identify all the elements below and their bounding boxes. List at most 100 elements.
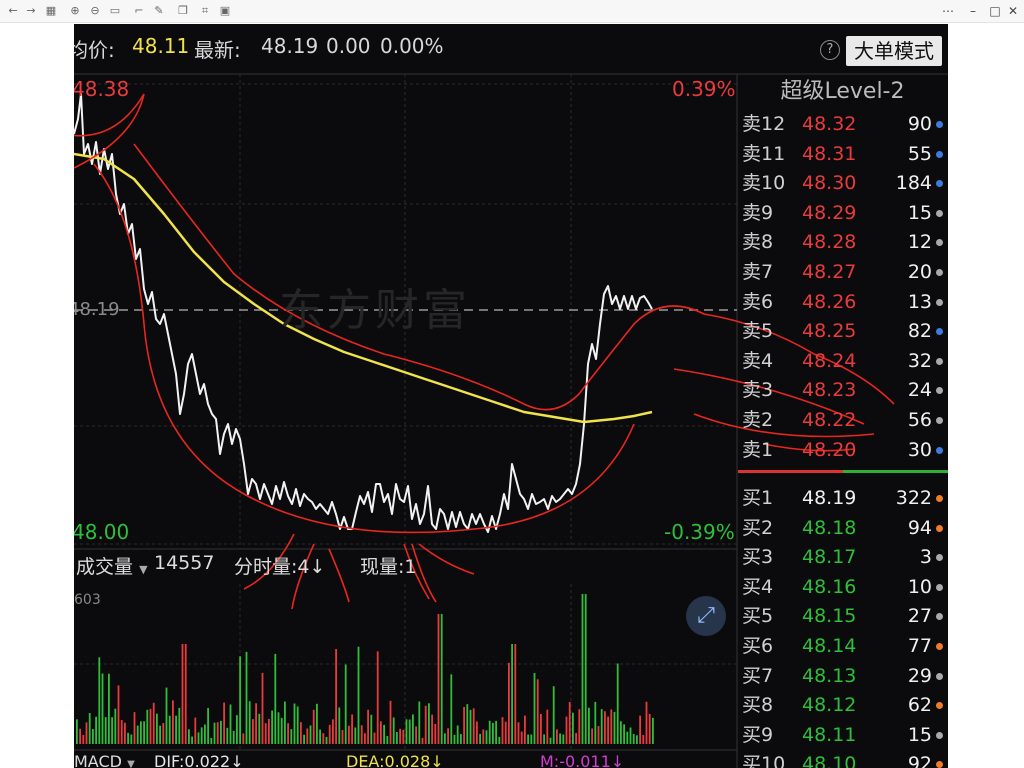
avg-price-label: 均价:: [74, 38, 115, 62]
order-flag-dot: [936, 269, 943, 276]
ask-level-3[interactable]: 卖10 48.30 184: [738, 169, 948, 198]
volume-bar: [392, 717, 395, 744]
volume-selector[interactable]: 成交量 ▼: [76, 552, 148, 579]
volume-bar: [309, 725, 312, 744]
volume-bar: [568, 701, 571, 744]
volume-bar: [162, 723, 165, 744]
bid-level-price: 48.14: [802, 635, 857, 657]
volume-bar: [82, 735, 85, 744]
volume-bar: [258, 713, 261, 744]
volume-bar: [306, 728, 309, 744]
ref-price-label: 48.19: [74, 299, 120, 320]
grid-icon[interactable]: ▦: [43, 3, 59, 19]
volume-bar: [562, 734, 565, 744]
ask-level-price: 48.20: [802, 438, 857, 461]
ask-level-6[interactable]: 卖7 48.27 20: [738, 258, 948, 287]
volume-bar: [207, 707, 209, 744]
fit-icon[interactable]: ▭: [107, 3, 123, 19]
ask-level-10[interactable]: 卖3 48.23 24: [738, 376, 948, 405]
volume-bar: [556, 729, 558, 744]
bid-level-price: 48.15: [802, 605, 857, 628]
ask-level-2[interactable]: 卖11 48.31 55: [738, 140, 948, 169]
volume-bar: [220, 720, 222, 744]
volume-bar: [252, 719, 254, 744]
big-order-mode-button[interactable]: 大单模式: [846, 36, 942, 66]
ask-level-5[interactable]: 卖8 48.28 12: [738, 228, 948, 257]
zoom-in-icon[interactable]: ⊕: [67, 3, 83, 19]
ask-level-volume: 15: [907, 201, 932, 224]
menu-icon[interactable]: ⋯: [938, 2, 958, 20]
minimize-icon[interactable]: –: [963, 2, 983, 20]
bid-level-volume: 3: [919, 546, 932, 569]
ask-level-price: 48.28: [802, 231, 857, 254]
bid-level-8[interactable]: 买8 48.12 62: [738, 691, 948, 720]
back-icon[interactable]: ←: [5, 3, 21, 19]
volume-bar: [181, 644, 184, 744]
volume-bar: [92, 729, 94, 744]
freehand-annotation: [93, 163, 635, 534]
volume-bar: [485, 730, 488, 744]
volume-bar: [274, 653, 277, 744]
bid-level-volume: 92: [907, 753, 932, 768]
ask-level-8[interactable]: 卖5 48.25 82: [738, 317, 948, 346]
volume-bar: [117, 685, 120, 744]
scan-icon[interactable]: ⌗: [197, 3, 213, 19]
forward-icon[interactable]: →: [23, 3, 39, 19]
help-icon[interactable]: ?: [820, 40, 840, 60]
ask-level-4[interactable]: 卖9 48.29 15: [738, 199, 948, 228]
ask-level-12[interactable]: 卖1 48.20 30: [738, 436, 948, 465]
volume-bar: [133, 712, 136, 744]
bid-level-5[interactable]: 买5 48.15 27: [738, 602, 948, 631]
volume-bar: [367, 709, 369, 744]
copy-icon[interactable]: ❐: [175, 3, 191, 19]
volume-bar: [581, 594, 584, 744]
bid-level-6[interactable]: 买6 48.14 77: [738, 632, 948, 661]
bid-level-1[interactable]: 买1 48.19 322: [738, 484, 948, 513]
bid-level-7[interactable]: 买7 48.13 29: [738, 662, 948, 691]
volume-bar: [575, 733, 577, 744]
bid-level-10[interactable]: 买10 48.10 92: [738, 750, 948, 768]
order-flag-dot: [936, 239, 943, 247]
freehand-annotation: [328, 548, 350, 603]
volume-bar: [530, 734, 533, 744]
volume-bar: [652, 717, 654, 744]
ask-level-9[interactable]: 卖4 48.24 32: [738, 347, 948, 376]
close-icon[interactable]: ✕: [1003, 2, 1023, 20]
bid-level-4[interactable]: 买4 48.16 10: [738, 573, 948, 602]
order-flag-dot: [936, 495, 943, 502]
crop-icon[interactable]: ⌐: [131, 3, 147, 19]
ask-level-1[interactable]: 卖12 48.32 90: [738, 110, 948, 139]
volume-bar: [200, 727, 203, 744]
bid-level-label: 买6: [742, 635, 774, 657]
volume-bar: [533, 672, 536, 744]
edit-icon[interactable]: ✎: [151, 3, 167, 19]
watermark: 东方财富: [279, 285, 471, 336]
volume-bar: [440, 614, 443, 744]
zoom-out-icon[interactable]: ⊖: [87, 3, 103, 19]
bid-level-9[interactable]: 买9 48.11 15: [738, 721, 948, 750]
volume-bar: [424, 705, 427, 744]
volume-bar: [444, 733, 446, 744]
bid-level-3[interactable]: 买3 48.17 3: [738, 543, 948, 572]
volume-bar: [508, 662, 510, 744]
bid-level-2[interactable]: 买2 48.18 94: [738, 514, 948, 543]
volume-bar: [642, 735, 645, 744]
bid-level-price: 48.16: [802, 575, 857, 598]
volume-bar: [399, 728, 401, 744]
volume-bar: [453, 734, 456, 744]
ask-level-7[interactable]: 卖6 48.26 13: [738, 288, 948, 317]
ask-level-label: 卖12: [742, 113, 786, 135]
volume-bar: [175, 715, 177, 744]
volume-bar: [418, 701, 421, 744]
maximize-icon[interactable]: □: [985, 2, 1005, 20]
volume-bar: [520, 731, 523, 744]
ask-level-11[interactable]: 卖2 48.22 56: [738, 406, 948, 435]
ask-level-volume: 184: [895, 172, 932, 195]
expand-icon[interactable]: ⤢: [686, 596, 726, 636]
bid-level-label: 买2: [742, 516, 774, 539]
macd-selector[interactable]: MACD ▼: [74, 752, 135, 768]
order-flag-dot: [936, 150, 943, 158]
volume-bar: [604, 711, 606, 744]
volume-bar: [277, 712, 280, 744]
save-icon[interactable]: ▣: [217, 3, 233, 19]
